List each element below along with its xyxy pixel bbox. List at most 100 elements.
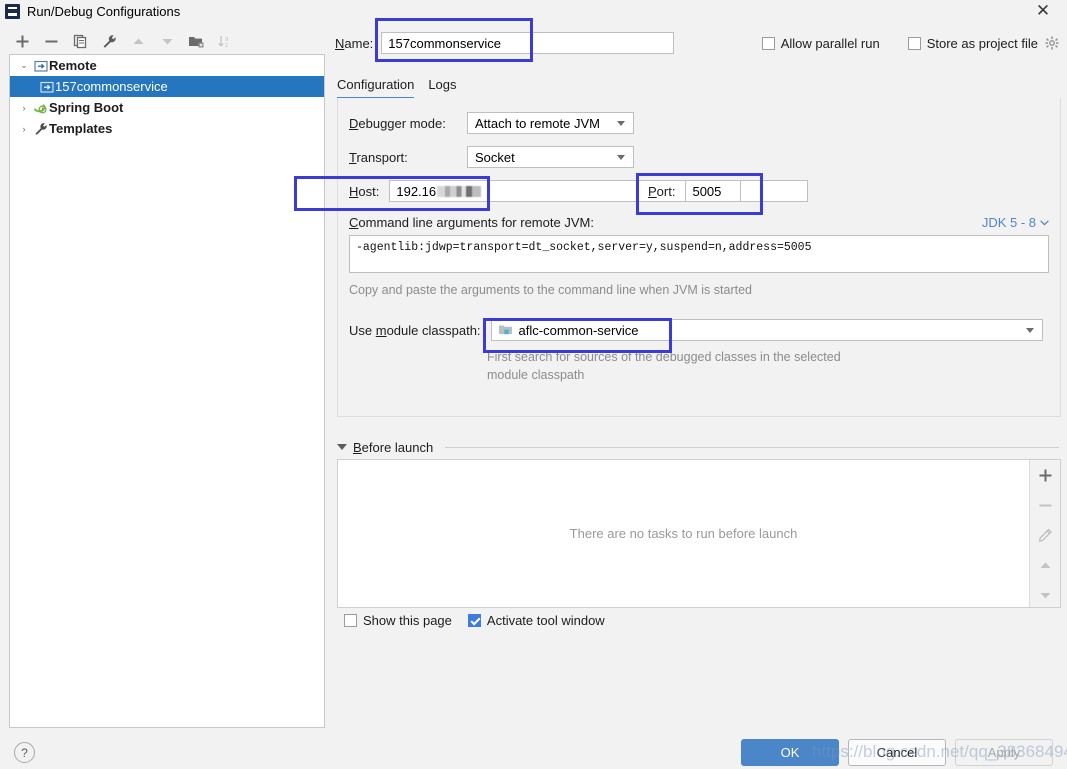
svg-text:z: z bbox=[225, 43, 228, 49]
store-as-project-file-checkbox[interactable]: Store as project file bbox=[907, 35, 1038, 51]
store-as-project-file-label: Store as project file bbox=[926, 35, 1038, 51]
apply-button[interactable]: Apply bbox=[955, 739, 1053, 766]
chevron-down-icon bbox=[1040, 219, 1049, 225]
add-configuration-button[interactable] bbox=[9, 29, 35, 53]
chevron-right-icon[interactable]: › bbox=[16, 103, 32, 113]
allow-parallel-run-checkbox[interactable]: Allow parallel run bbox=[761, 35, 880, 51]
arrow-down-icon bbox=[1040, 592, 1050, 598]
transport-row: Transport: Socket bbox=[349, 146, 634, 168]
move-down-button[interactable] bbox=[154, 29, 180, 53]
tab-configuration[interactable]: Configuration bbox=[337, 77, 415, 99]
cancel-button[interactable]: Cancel bbox=[848, 739, 946, 766]
remove-configuration-button[interactable] bbox=[38, 29, 64, 53]
checkbox-box[interactable] bbox=[907, 36, 921, 50]
move-up-button[interactable] bbox=[125, 29, 151, 53]
checkbox-box[interactable] bbox=[344, 614, 357, 627]
transport-value: Socket bbox=[475, 149, 515, 165]
sidebar-item-label: 157commonservice bbox=[55, 79, 168, 94]
ok-button[interactable]: OK bbox=[741, 739, 839, 766]
port-input[interactable] bbox=[685, 180, 742, 202]
remote-icon bbox=[32, 59, 49, 73]
plus-icon bbox=[16, 35, 28, 47]
configuration-panel: Debugger mode: Attach to remote JVM Tran… bbox=[337, 98, 1061, 417]
sidebar-item-157commonservice[interactable]: 157commonservice bbox=[10, 76, 324, 97]
sidebar-item-label: Templates bbox=[49, 121, 113, 136]
module-icon bbox=[498, 323, 513, 337]
checkbox-box[interactable] bbox=[761, 36, 775, 50]
command-line-arguments-textarea[interactable]: -agentlib:jdwp=transport=dt_socket,serve… bbox=[349, 235, 1049, 273]
show-this-page-label: Show this page bbox=[363, 613, 452, 628]
before-launch-actions bbox=[1029, 460, 1060, 607]
command-line-label: Command line arguments for remote JVM: bbox=[349, 215, 594, 230]
arrow-up-icon bbox=[1040, 562, 1050, 568]
tab-logs[interactable]: Logs bbox=[428, 77, 456, 99]
checkbox-box[interactable] bbox=[467, 614, 481, 627]
jdk-version-selector[interactable]: JDK 5 - 8 bbox=[982, 215, 1049, 230]
debugger-mode-value: Attach to remote JVM bbox=[475, 115, 600, 131]
debugger-mode-select[interactable]: Attach to remote JVM bbox=[467, 112, 634, 134]
port-label: Port: bbox=[648, 183, 676, 199]
gear-icon[interactable] bbox=[1045, 36, 1059, 50]
sidebar-item-remote[interactable]: ⌄ Remote bbox=[10, 55, 324, 76]
name-label: Name: bbox=[335, 35, 374, 51]
name-row: Name: Allow parallel run Store as projec… bbox=[335, 30, 1059, 56]
svg-text:a: a bbox=[225, 36, 229, 42]
move-task-up-button[interactable] bbox=[1032, 554, 1058, 576]
copy-configuration-button[interactable] bbox=[67, 29, 93, 53]
wrench-icon bbox=[103, 34, 116, 48]
activate-tool-window-checkbox[interactable]: Activate tool window bbox=[467, 613, 605, 628]
command-line-hint: Copy and paste the arguments to the comm… bbox=[349, 283, 752, 297]
edit-templates-button[interactable] bbox=[96, 29, 122, 53]
chevron-down-icon[interactable] bbox=[617, 121, 625, 126]
run-debug-configurations-dialog: Run/Debug Configurations ✕ a z ⌄ Remote … bbox=[0, 0, 1067, 769]
before-launch-empty-text: There are no tasks to run before launch bbox=[569, 526, 798, 541]
show-this-page-checkbox[interactable]: Show this page bbox=[344, 613, 452, 628]
port-row: Port: bbox=[648, 180, 742, 202]
arrow-down-icon bbox=[162, 38, 172, 44]
plus-icon bbox=[1039, 469, 1051, 481]
host-redaction-mosaic bbox=[437, 185, 482, 197]
configurations-toolbar: a z bbox=[9, 28, 319, 54]
add-task-button[interactable] bbox=[1032, 464, 1058, 486]
header-divider bbox=[445, 446, 1059, 448]
host-value: 192.16 bbox=[396, 183, 437, 199]
configurations-tree: ⌄ Remote 157commonservice › Spring Boot … bbox=[9, 54, 325, 728]
sidebar-item-spring-boot[interactable]: › Spring Boot bbox=[10, 97, 324, 118]
transport-label: Transport: bbox=[349, 149, 408, 165]
sidebar-item-templates[interactable]: › Templates bbox=[10, 118, 324, 139]
move-task-down-button[interactable] bbox=[1032, 584, 1058, 606]
intellij-idea-icon bbox=[5, 3, 20, 19]
host-label: Host: bbox=[349, 183, 380, 199]
activate-tool-window-label: Activate tool window bbox=[486, 613, 605, 628]
sidebar-item-label: Spring Boot bbox=[49, 100, 124, 115]
wrench-icon bbox=[32, 122, 49, 136]
module-classpath-row: Use module classpath: aflc-common-servic… bbox=[349, 319, 1043, 341]
create-folder-button[interactable] bbox=[183, 29, 209, 53]
remove-task-button[interactable] bbox=[1032, 494, 1058, 516]
close-icon[interactable]: ✕ bbox=[1033, 1, 1053, 21]
chevron-right-icon[interactable]: › bbox=[16, 124, 32, 134]
chevron-down-icon[interactable] bbox=[1025, 328, 1034, 333]
module-classpath-select[interactable]: aflc-common-service bbox=[490, 319, 1043, 341]
help-button[interactable]: ? bbox=[14, 742, 35, 763]
edit-task-button[interactable] bbox=[1032, 524, 1058, 546]
allow-parallel-run-label: Allow parallel run bbox=[780, 35, 880, 51]
remote-icon bbox=[38, 80, 55, 94]
minus-icon bbox=[45, 40, 57, 42]
sort-configurations-button[interactable]: a z bbox=[212, 29, 238, 53]
module-classpath-hint-line1: First search for sources of the debugged… bbox=[487, 350, 841, 364]
name-input[interactable] bbox=[381, 32, 674, 54]
minus-icon bbox=[1039, 504, 1051, 506]
collapse-triangle-icon[interactable] bbox=[337, 444, 347, 450]
chevron-down-icon[interactable] bbox=[617, 155, 625, 160]
chevron-down-icon[interactable]: ⌄ bbox=[16, 60, 32, 71]
folder-add-icon bbox=[189, 36, 204, 47]
host-input[interactable]: 192.16 bbox=[389, 180, 491, 202]
debugger-mode-label: Debugger mode: bbox=[349, 115, 446, 131]
transport-select[interactable]: Socket bbox=[467, 146, 634, 168]
jdk-version-label: JDK 5 - 8 bbox=[981, 215, 1036, 230]
bottom-options: Show this page Activate tool window bbox=[344, 613, 605, 628]
title-bar: Run/Debug Configurations ✕ bbox=[0, 0, 1067, 22]
before-launch-title: Before launch bbox=[353, 439, 434, 455]
pencil-icon bbox=[1038, 528, 1052, 542]
